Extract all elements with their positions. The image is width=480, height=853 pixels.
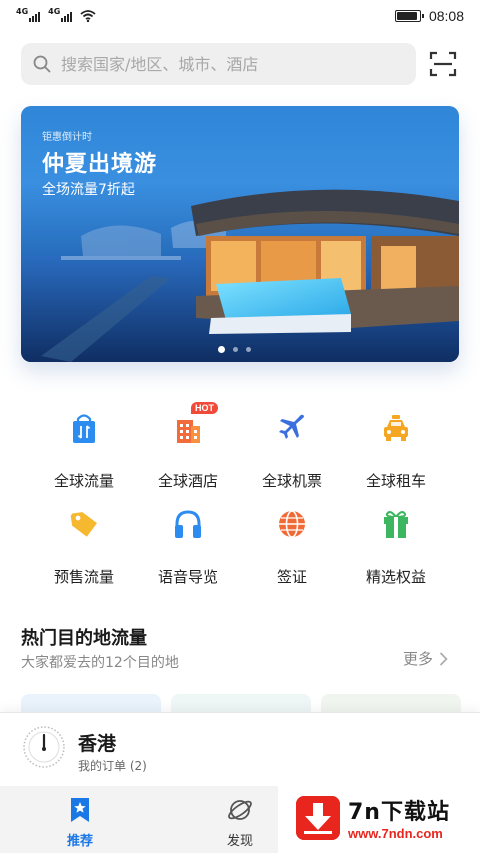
signal-group: 4G 4G — [16, 7, 96, 22]
hot-badge: HOT — [191, 402, 218, 414]
airplane-icon — [279, 414, 304, 439]
sim2-network-label: 4G — [48, 7, 61, 16]
banner-headline: 仲夏出境游 — [42, 152, 158, 177]
taxi-icon — [384, 415, 408, 441]
service-global-hotel[interactable]: HOT 全球酒店 — [133, 402, 243, 492]
watermark-url: www.7ndn.com — [348, 826, 443, 841]
service-presale-data[interactable]: 预售流量 — [29, 498, 139, 588]
globe-icon — [279, 510, 305, 538]
watermark: 7n下载站 www.7ndn.com — [278, 786, 480, 853]
chevron-right-icon — [439, 651, 448, 666]
service-benefits[interactable]: 精选权益 — [341, 498, 451, 588]
more-label: 更多 — [403, 650, 434, 668]
pagination-dot — [246, 347, 251, 352]
status-bar: 4G 4G 08:08 — [0, 0, 480, 32]
banner-pagination — [218, 346, 251, 353]
watermark-brand: 7n下载站 — [348, 800, 450, 825]
service-global-data[interactable]: 全球流量 — [29, 402, 139, 492]
current-order-bar[interactable]: 香港 我的订单 (2) — [0, 712, 480, 786]
search-input[interactable] — [61, 54, 381, 74]
service-audio-guide[interactable]: 语音导览 — [133, 498, 243, 588]
section-title: 热门目的地流量 — [21, 628, 147, 649]
status-right: 08:08 — [394, 8, 464, 24]
tab-label: 推荐 — [66, 834, 93, 849]
banner-subline: 全场流量7折起 — [42, 182, 135, 198]
pagination-dot-active — [218, 346, 225, 353]
clock: 08:08 — [428, 8, 464, 24]
scan-icon[interactable] — [428, 49, 458, 79]
countdown-label: 钜惠倒计时 — [42, 132, 92, 143]
service-label: 全球酒店 — [157, 472, 218, 490]
star-bookmark-icon — [71, 798, 89, 822]
headphones-icon — [175, 510, 201, 538]
promo-banner[interactable]: 钜惠倒计时 仲夏出境游 全场流量7折起 — [21, 106, 459, 362]
tab-recommend[interactable]: 推荐 — [0, 786, 160, 853]
tag-icon — [70, 512, 98, 537]
service-visa[interactable]: 签证 — [237, 498, 347, 588]
order-city: 香港 — [78, 733, 117, 755]
more-link[interactable]: 更多 — [403, 648, 448, 669]
pagination-dot — [233, 347, 238, 352]
app-screen: 4G 4G 08:08 搜索国家/地区、城市、酒店 钜惠倒计时 仲夏出境游 全场… — [0, 0, 480, 853]
service-global-car[interactable]: 全球租车 — [341, 402, 451, 492]
search-bar[interactable] — [21, 43, 416, 85]
gift-icon — [384, 511, 408, 538]
service-label: 全球机票 — [261, 472, 322, 490]
shopping-bag-icon — [73, 414, 95, 443]
battery-level — [396, 12, 417, 20]
service-global-flight[interactable]: 全球机票 — [237, 402, 347, 492]
resort-illustration — [21, 189, 459, 362]
sim1-network-label: 4G — [16, 7, 29, 16]
service-label: 预售流量 — [53, 568, 114, 586]
hotel-icon — [177, 420, 200, 443]
compass-dial-icon — [23, 726, 65, 768]
section-subtitle: 大家都爱去的12个目的地 — [21, 655, 179, 671]
sim2-signal: 4G — [48, 7, 73, 22]
signal-icon — [61, 12, 73, 22]
search-icon — [33, 55, 51, 73]
service-label: 全球流量 — [53, 472, 114, 490]
download-arrow-icon — [296, 796, 340, 840]
service-label: 语音导览 — [157, 568, 218, 586]
my-orders-label[interactable]: 我的订单 (2) — [78, 757, 147, 774]
service-label: 精选权益 — [365, 568, 426, 586]
service-label: 全球租车 — [365, 472, 426, 490]
battery-icon — [394, 10, 424, 22]
sim1-signal: 4G — [16, 7, 41, 22]
signal-icon — [29, 12, 41, 22]
service-label: 签证 — [276, 568, 307, 586]
wifi-icon — [80, 10, 96, 22]
planet-icon — [228, 800, 252, 820]
